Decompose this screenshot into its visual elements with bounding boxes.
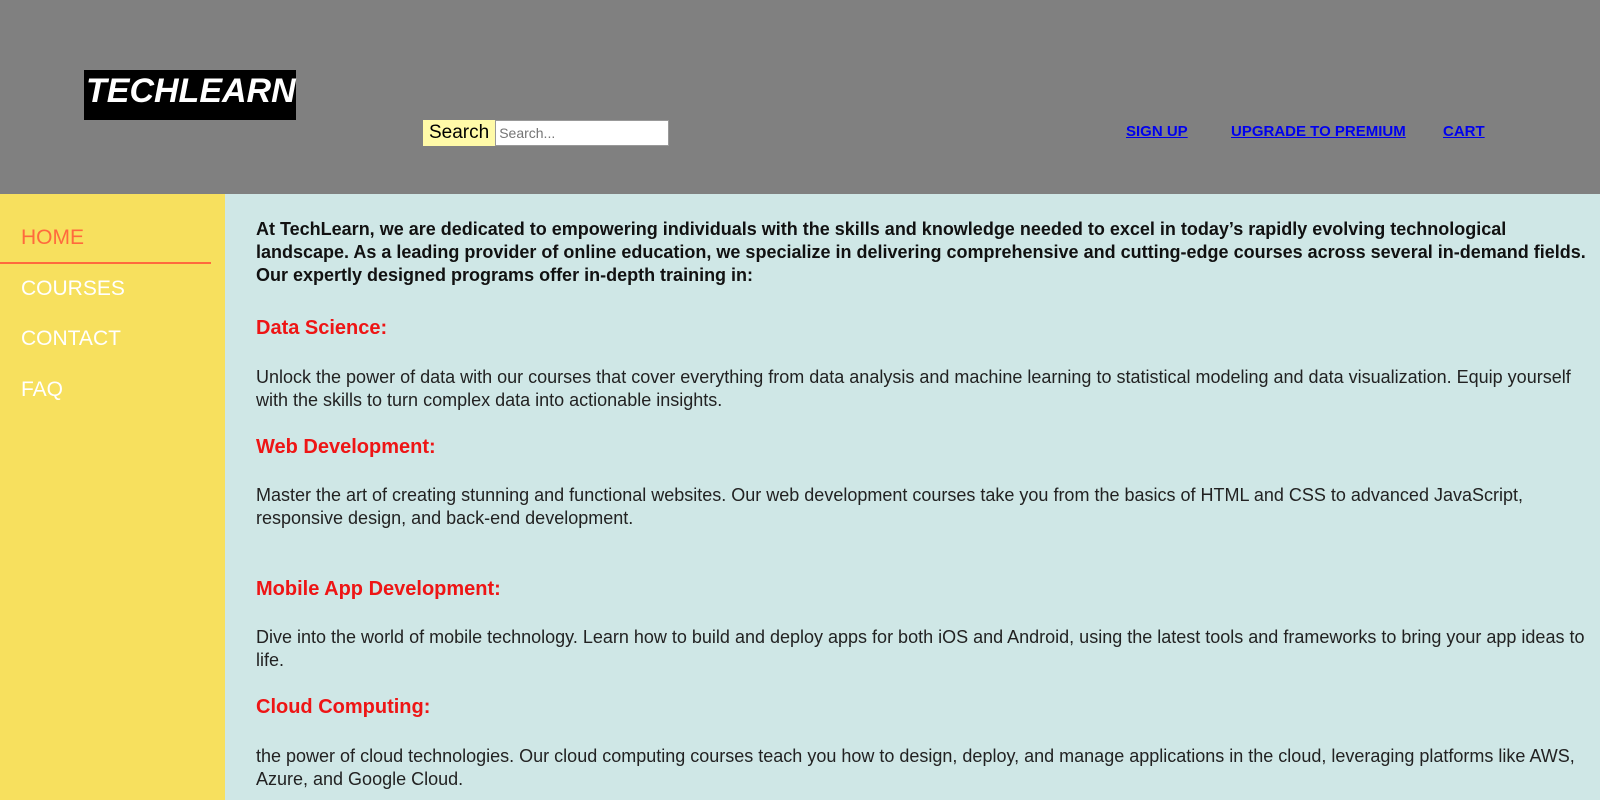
section-heading-cloud-computing: Cloud Computing: — [256, 696, 431, 718]
page: TECHLEARN Search SIGN UP UPGRADE TO PREM… — [0, 0, 1600, 800]
upgrade-to-premium-link[interactable]: UPGRADE TO PREMIUM — [1231, 123, 1406, 140]
sidebar-item-courses[interactable]: COURSES — [21, 277, 125, 301]
sign-up-link[interactable]: SIGN UP — [1126, 123, 1188, 140]
sidebar-item-faq[interactable]: FAQ — [21, 378, 63, 402]
sidebar-item-home[interactable]: HOME — [21, 226, 84, 250]
section-heading-data-science: Data Science: — [256, 317, 388, 339]
logo[interactable]: TECHLEARN — [84, 70, 296, 120]
search-bar: Search — [423, 120, 670, 146]
section-text-data-science: Unlock the power of data with our course… — [256, 367, 1571, 410]
section-heading-mobile-app-development: Mobile App Development: — [256, 578, 501, 600]
search-label: Search — [423, 120, 496, 146]
cart-link[interactable]: CART — [1443, 123, 1485, 140]
sidebar-item-contact[interactable]: CONTACT — [21, 327, 121, 351]
sidebar: HOME COURSES CONTACT FAQ — [0, 194, 225, 800]
active-nav-underline — [0, 262, 211, 264]
section-text-cloud-computing: the power of cloud technologies. Our clo… — [256, 746, 1575, 789]
section-heading-web-development: Web Development: — [256, 436, 436, 458]
section-text-web-development: Master the art of creating stunning and … — [256, 485, 1523, 528]
search-input[interactable] — [495, 120, 670, 146]
section-text-mobile-app-development: Dive into the world of mobile technology… — [256, 627, 1585, 670]
header: TECHLEARN Search SIGN UP UPGRADE TO PREM… — [0, 0, 1600, 194]
intro-text: At TechLearn, we are dedicated to empowe… — [256, 219, 1586, 285]
